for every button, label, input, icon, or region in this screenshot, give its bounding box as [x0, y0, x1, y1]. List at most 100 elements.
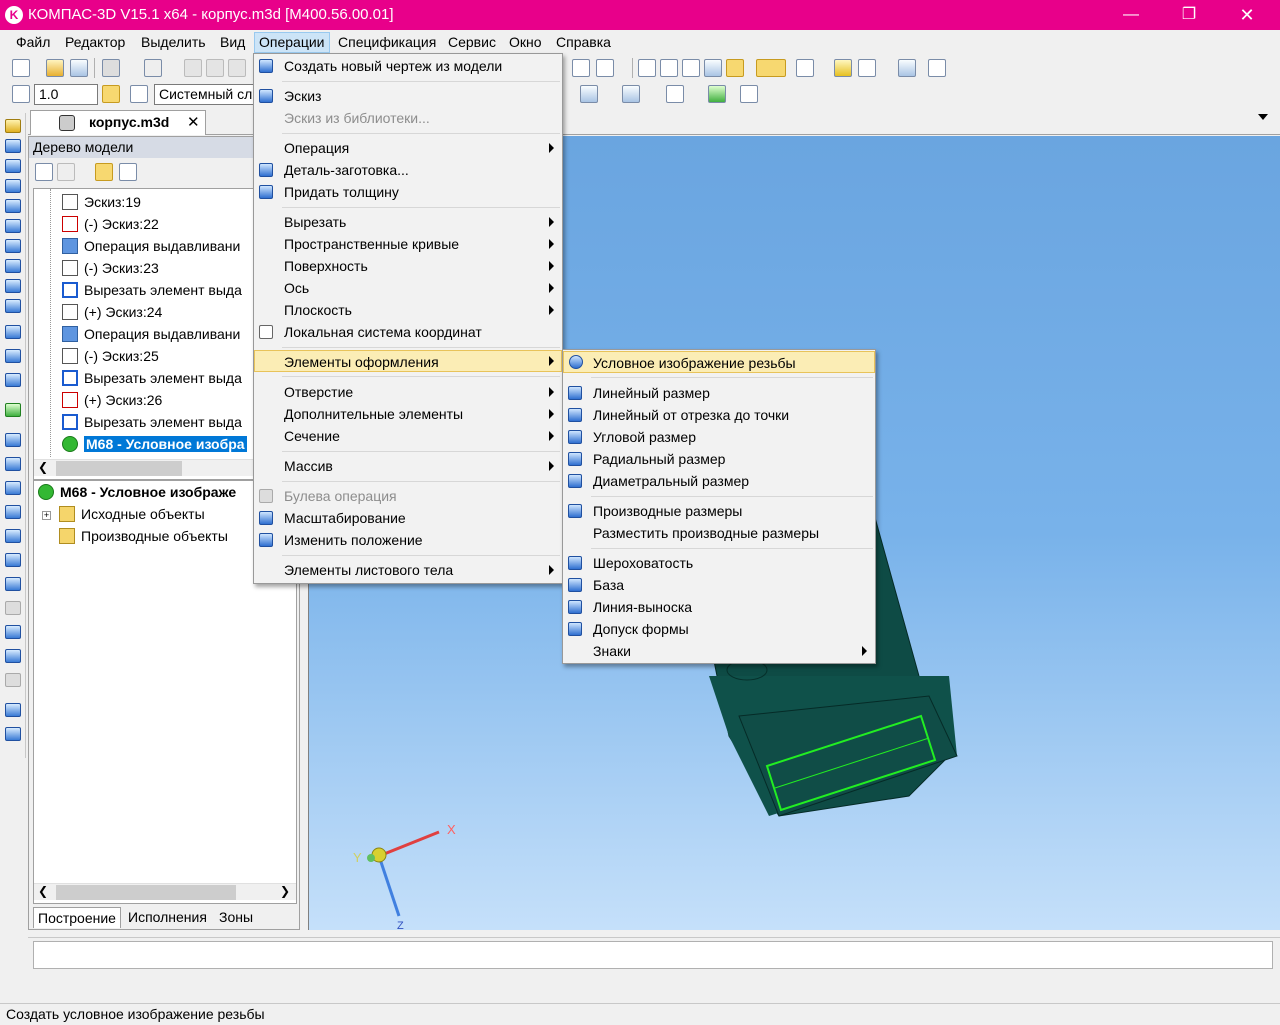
tree-item-selected[interactable]: M68 - Условное изобра — [62, 433, 247, 455]
spatial-curves-icon[interactable] — [5, 139, 21, 153]
menu-item-blank-part[interactable]: Деталь-заготовка... — [254, 159, 562, 181]
edit-details-icon[interactable] — [5, 119, 21, 133]
command-input[interactable] — [33, 941, 1273, 969]
copy-icon[interactable] — [206, 59, 224, 77]
menu-item-array[interactable]: Массив — [254, 455, 562, 477]
submenu-item-roughness[interactable]: Шероховатость — [563, 552, 875, 574]
filter-icon[interactable] — [756, 59, 786, 77]
tree-item[interactable]: Вырезать элемент выда — [62, 367, 242, 389]
menu-item-new-drawing[interactable]: Создать новый чертеж из модели — [254, 55, 562, 77]
submenu-item-linear-dim[interactable]: Линейный размер — [563, 382, 875, 404]
move-op-icon[interactable] — [5, 649, 21, 663]
text-style-icon[interactable] — [740, 85, 758, 103]
tree-item[interactable]: Операция выдавливани — [62, 235, 240, 257]
submenu-item-base[interactable]: База — [563, 574, 875, 596]
grid-step-icon[interactable] — [12, 85, 30, 103]
hole-icon[interactable] — [5, 505, 21, 519]
menu-item-hole[interactable]: Отверстие — [254, 381, 562, 403]
submenu-item-place-derived[interactable]: Разместить производные размеры — [563, 522, 875, 544]
cut-icon[interactable] — [184, 59, 202, 77]
scale-combo[interactable]: 1.0 — [34, 84, 98, 105]
menu-item-move[interactable]: Изменить положение — [254, 529, 562, 551]
measure-icon-left[interactable] — [5, 239, 21, 253]
submenu-item-form-tolerance[interactable]: Допуск формы — [563, 618, 875, 640]
menu-specification[interactable]: Спецификация — [334, 32, 440, 53]
tab-list-chevron-icon[interactable] — [1258, 114, 1268, 120]
library-icon[interactable] — [898, 59, 916, 77]
cs-icon[interactable] — [130, 85, 148, 103]
rotate-icon[interactable] — [572, 59, 590, 77]
incline-icon[interactable] — [5, 577, 21, 591]
thin-hidden-icon[interactable] — [682, 59, 700, 77]
chamfer-icon[interactable] — [5, 481, 21, 495]
menu-select[interactable]: Выделить — [137, 32, 210, 53]
menu-item-section[interactable]: Сечение — [254, 425, 562, 447]
surfaces-icon[interactable] — [5, 159, 21, 173]
dimensions-icon[interactable] — [5, 219, 21, 233]
tree-relations-icon[interactable] — [119, 163, 137, 181]
tree-mode-icon[interactable] — [95, 163, 113, 181]
tab-versions[interactable]: Исполнения — [124, 907, 211, 928]
submenu-item-leader[interactable]: Линия-выноска — [563, 596, 875, 618]
menu-item-sketch[interactable]: Эскиз — [254, 85, 562, 107]
menu-item-thicken[interactable]: Придать толщину — [254, 181, 562, 203]
rebuild-icon[interactable] — [708, 85, 726, 103]
tree-item[interactable]: (-) Эскиз:22 — [62, 213, 159, 235]
coordinate-system-combo[interactable]: Системный сл — [154, 84, 254, 105]
menu-item-surface[interactable]: Поверхность — [254, 255, 562, 277]
submenu-item-linear-segment[interactable]: Линейный от отрезка до точки — [563, 404, 875, 426]
section-icon[interactable] — [858, 59, 876, 77]
relations-root[interactable]: M68 - Условное изображе — [38, 481, 236, 503]
shaded-icon[interactable] — [704, 59, 722, 77]
expand-icon[interactable]: + — [42, 511, 51, 520]
menu-item-local-cs[interactable]: Локальная система координат — [254, 321, 562, 343]
print-icon[interactable] — [102, 59, 120, 77]
menu-edit[interactable]: Редактор — [61, 32, 129, 53]
select-filter-icon[interactable] — [796, 59, 814, 77]
perspective-icon[interactable] — [666, 85, 684, 103]
lock-icon[interactable] — [5, 703, 21, 717]
sheet-body-icon[interactable] — [5, 727, 21, 741]
submenu-item-thread[interactable]: Условное изображение резьбы — [563, 351, 875, 373]
tree-item[interactable]: (-) Эскиз:23 — [62, 257, 159, 279]
minimize-icon[interactable]: — — [1108, 0, 1154, 30]
tree-item[interactable]: Эскиз:19 — [62, 191, 141, 213]
scroll-right-icon[interactable]: ❯ — [280, 884, 290, 898]
spec-icon[interactable] — [5, 279, 21, 293]
scroll-thumb[interactable] — [56, 885, 236, 900]
submenu-item-radial[interactable]: Радиальный размер — [563, 448, 875, 470]
wireframe-icon[interactable] — [638, 59, 656, 77]
tree-structure-icon[interactable] — [35, 163, 53, 181]
menu-item-axis[interactable]: Ось — [254, 277, 562, 299]
tab-zones[interactable]: Зоны — [215, 907, 257, 928]
menu-file[interactable]: Файл — [12, 32, 54, 53]
relations-item[interactable]: Производные объекты — [59, 525, 228, 547]
rotate-op-icon[interactable] — [5, 349, 21, 363]
mirror-icon[interactable] — [5, 673, 21, 687]
tab-construction[interactable]: Построение — [33, 907, 121, 928]
boolean-icon[interactable] — [5, 601, 21, 615]
rib-icon[interactable] — [5, 529, 21, 543]
auxiliary-geometry-icon[interactable] — [5, 199, 21, 213]
new-file-icon[interactable] — [12, 59, 30, 77]
scroll-left-icon[interactable]: ❮ — [38, 460, 48, 474]
menu-item-sheet-body[interactable]: Элементы листового тела — [254, 559, 562, 581]
maximize-icon[interactable]: ❐ — [1166, 0, 1212, 30]
filter-objects-icon[interactable] — [5, 259, 21, 273]
menu-item-operation[interactable]: Операция — [254, 137, 562, 159]
preview-icon[interactable] — [144, 59, 162, 77]
menu-item-decor-elements[interactable]: Элементы оформления — [254, 350, 562, 372]
scroll-left-icon[interactable]: ❮ — [38, 884, 48, 898]
orientation-icon[interactable] — [596, 59, 614, 77]
document-tab[interactable]: корпус.m3d ✕ — [30, 110, 206, 135]
extrude-icon[interactable] — [5, 325, 21, 339]
close-tab-icon[interactable]: ✕ — [187, 113, 200, 131]
menu-help[interactable]: Справка — [552, 32, 615, 53]
reports-icon[interactable] — [5, 299, 21, 313]
menu-item-plane[interactable]: Плоскость — [254, 299, 562, 321]
shell-icon[interactable] — [5, 553, 21, 567]
props-hscrollbar[interactable]: ❮ ❯ — [34, 883, 296, 900]
cut-extrude-icon[interactable] — [5, 433, 21, 447]
tree-item[interactable]: Операция выдавливани — [62, 323, 240, 345]
menu-item-additional[interactable]: Дополнительные элементы — [254, 403, 562, 425]
